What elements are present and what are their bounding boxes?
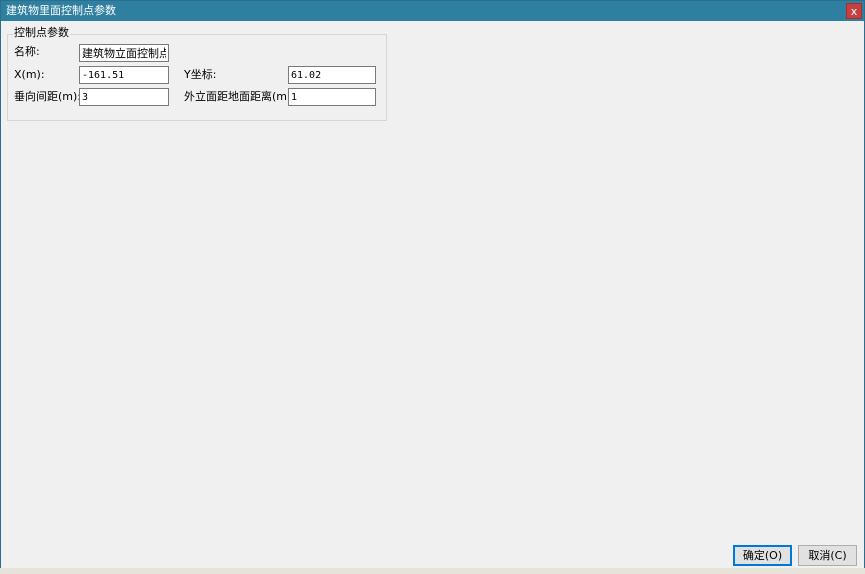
window-title: 建筑物里面控制点参数 <box>6 4 116 17</box>
ok-button[interactable]: 确定(O) <box>733 545 792 566</box>
y-label: Y坐标: <box>184 68 217 81</box>
close-icon: x <box>850 5 858 18</box>
background-strip <box>0 568 865 574</box>
close-button[interactable]: x <box>846 3 862 19</box>
x-label: X(m): <box>14 68 45 81</box>
cancel-button[interactable]: 取消(C) <box>798 545 857 566</box>
facade-distance-label: 外立面距地面距离(m): <box>184 90 296 103</box>
vertical-spacing-label: 垂向间距(m): <box>14 90 82 103</box>
name-label: 名称: <box>14 45 40 58</box>
x-input[interactable] <box>79 66 169 84</box>
facade-distance-input[interactable] <box>288 88 376 106</box>
name-input[interactable] <box>79 44 169 62</box>
y-input[interactable] <box>288 66 376 84</box>
vertical-spacing-input[interactable] <box>79 88 169 106</box>
group-legend: 控制点参数 <box>13 26 70 40</box>
dialog-window: 建筑物里面控制点参数 x 控制点参数 名称: X(m): Y坐标: 垂向间距(m… <box>0 0 865 574</box>
title-bar[interactable]: 建筑物里面控制点参数 x <box>1 1 864 21</box>
